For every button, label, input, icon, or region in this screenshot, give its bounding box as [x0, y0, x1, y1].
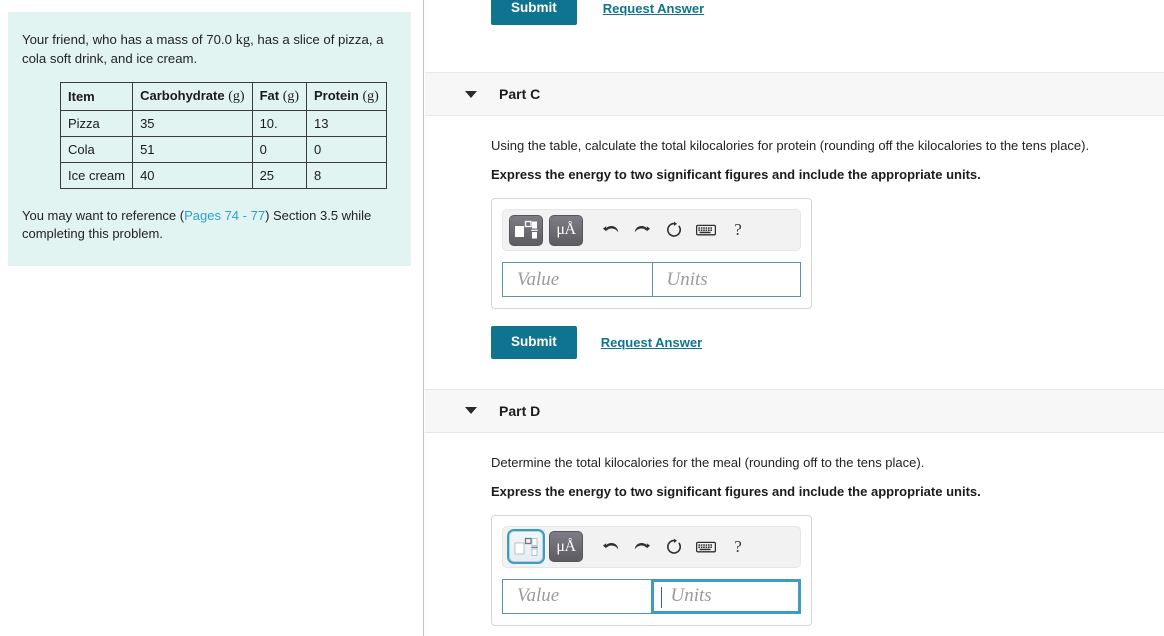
part-d-units-placeholder: Units — [670, 585, 712, 606]
table-header-carbohydrate: Carbohydrate (g) — [132, 82, 253, 112]
reference-pages-link[interactable]: Pages 74 - 77 — [184, 208, 265, 223]
table-cell: Pizza — [59, 110, 134, 138]
reference-prefix: You may want to reference ( — [22, 208, 185, 224]
part-c-answer-toolbar: μÅ ? — [502, 209, 801, 251]
part-c-value-placeholder: Value — [517, 268, 560, 290]
part-c-actions-row: Submit Request Answer — [491, 326, 1164, 359]
nutrition-table: Item Carbohydrate (g) Fat (g) Protein (g… — [59, 82, 387, 190]
redo-arrow-icon — [634, 226, 650, 233]
part-d-title: Part D — [499, 402, 541, 419]
part-d-header[interactable]: Part D — [425, 388, 1164, 433]
math-template-icon-button[interactable] — [509, 214, 543, 246]
table-cell: 8 — [306, 162, 387, 190]
table-cell: 13 — [306, 110, 387, 138]
math-template-icon — [514, 537, 538, 556]
units-mu-angstrom-button[interactable]: μÅ — [549, 531, 583, 562]
reset-circular-arrow-icon — [667, 538, 681, 554]
problem-statement: Your friend, who has a mass of 70.0 kg, … — [22, 30, 397, 68]
undo-arrow-icon — [602, 226, 618, 233]
request-answer-link[interactable]: Request Answer — [603, 1, 704, 16]
help-icon-button[interactable]: ? — [723, 533, 753, 561]
help-question-mark-label: ? — [734, 536, 742, 556]
part-c-submit-button[interactable]: Submit — [491, 326, 577, 359]
math-template-icon — [515, 220, 538, 239]
part-c-answer-box: μÅ ? Value Units — [491, 198, 812, 309]
header-label-fat: Fat — [259, 88, 280, 104]
keyboard-icon — [696, 224, 716, 236]
header-label-protein: Protein — [314, 88, 359, 104]
undo-arrow-icon-button[interactable] — [595, 533, 625, 561]
units-mu-angstrom-button[interactable]: μÅ — [549, 214, 583, 246]
header-label-carbohydrate: Carbohydrate — [140, 88, 225, 104]
problem-card: Your friend, who has a mass of 70.0 kg, … — [8, 12, 411, 266]
keyboard-icon-button[interactable] — [691, 533, 721, 561]
table-header-protein: Protein (g) — [306, 82, 387, 112]
part-d-prompt-emphasis: Express the energy to two significant fi… — [491, 483, 981, 499]
units-mu-angstrom-label: μÅ — [556, 537, 576, 555]
part-d-body: Determine the total kilocalories for the… — [425, 455, 1164, 636]
redo-arrow-icon-button[interactable] — [627, 216, 657, 244]
reset-circular-arrow-icon-button[interactable] — [659, 533, 689, 561]
header-unit-protein: (g) — [362, 89, 379, 105]
table-row: Cola 51 0 0 — [59, 136, 387, 164]
part-c-prompt-emphasis: Express the energy to two significant fi… — [491, 167, 981, 182]
problem-pane: Your friend, who has a mass of 70.0 kg, … — [0, 0, 424, 636]
reference-note: You may want to reference (Pages 74 - 77… — [22, 207, 397, 243]
table-cell: 0 — [251, 136, 308, 164]
part-d-value-input[interactable]: Value — [502, 578, 653, 614]
assignment-pane: Submit Request Answer Part C Using the t… — [425, 0, 1164, 636]
part-c-field-row: Value Units — [502, 262, 801, 297]
problem-statement-part1: Your friend, who has a mass of 70.0 — [22, 32, 236, 47]
part-d-prompt: Determine the total kilocalories for the… — [491, 454, 925, 470]
reset-circular-arrow-icon-button[interactable] — [659, 216, 689, 244]
mass-unit: kg — [235, 32, 251, 48]
part-c-title: Part C — [499, 86, 541, 102]
help-icon-button[interactable]: ? — [723, 216, 753, 244]
part-c-request-answer-link[interactable]: Request Answer — [601, 335, 702, 350]
keyboard-icon-button[interactable] — [691, 216, 721, 244]
undo-arrow-icon — [602, 542, 618, 549]
table-cell: Cola — [59, 136, 134, 164]
text-cursor — [661, 586, 663, 608]
chevron-down-icon[interactable] — [465, 90, 477, 98]
redo-arrow-icon-button[interactable] — [627, 533, 657, 561]
table-cell: 35 — [132, 110, 253, 138]
table-header-fat: Fat (g) — [251, 82, 308, 112]
part-d-answer-toolbar: μÅ ? — [502, 525, 801, 568]
table-row: Ice cream 40 25 8 — [59, 162, 387, 190]
header-label-item: Item — [68, 89, 95, 105]
part-c-body: Using the table, calculate the total kil… — [425, 138, 1164, 359]
math-template-icon-button[interactable] — [507, 529, 545, 564]
part-c-value-input[interactable]: Value — [502, 262, 653, 297]
table-cell: Ice cream — [59, 162, 134, 190]
table-header-row: Item Carbohydrate (g) Fat (g) Protein (g… — [59, 82, 387, 112]
table-cell: 40 — [132, 162, 253, 190]
table-header-item: Item — [59, 82, 134, 112]
header-unit-carbohydrate: (g) — [228, 89, 245, 105]
units-mu-angstrom-label: μÅ — [556, 221, 576, 238]
part-d-value-placeholder: Value — [517, 585, 560, 606]
part-d-field-row: Value Units — [502, 578, 801, 614]
table-cell: 10. — [251, 110, 308, 138]
submit-button[interactable]: Submit — [491, 0, 577, 25]
keyboard-icon — [696, 541, 716, 552]
chevron-down-icon[interactable] — [465, 407, 477, 414]
redo-arrow-icon — [634, 542, 650, 549]
reset-circular-arrow-icon — [667, 221, 681, 237]
part-b-actions-row: Submit Request Answer — [491, 0, 704, 25]
part-c-prompt: Using the table, calculate the total kil… — [491, 138, 1090, 153]
part-d-answer-box: μÅ ? Value Units — [491, 514, 812, 626]
part-c-units-placeholder: Units — [666, 268, 708, 290]
part-c-header[interactable]: Part C — [425, 72, 1164, 116]
table-row: Pizza 35 10. 13 — [59, 110, 387, 138]
page-root: Your friend, who has a mass of 70.0 kg, … — [0, 0, 1164, 636]
part-d-units-input[interactable]: Units — [651, 578, 801, 614]
table-cell: 51 — [132, 136, 253, 164]
table-cell: 25 — [251, 162, 308, 190]
part-c-units-input[interactable]: Units — [651, 262, 801, 297]
table-cell: 0 — [306, 136, 387, 164]
help-question-mark-label: ? — [734, 220, 742, 239]
undo-arrow-icon-button[interactable] — [595, 216, 625, 244]
header-unit-fat: (g) — [282, 89, 300, 105]
